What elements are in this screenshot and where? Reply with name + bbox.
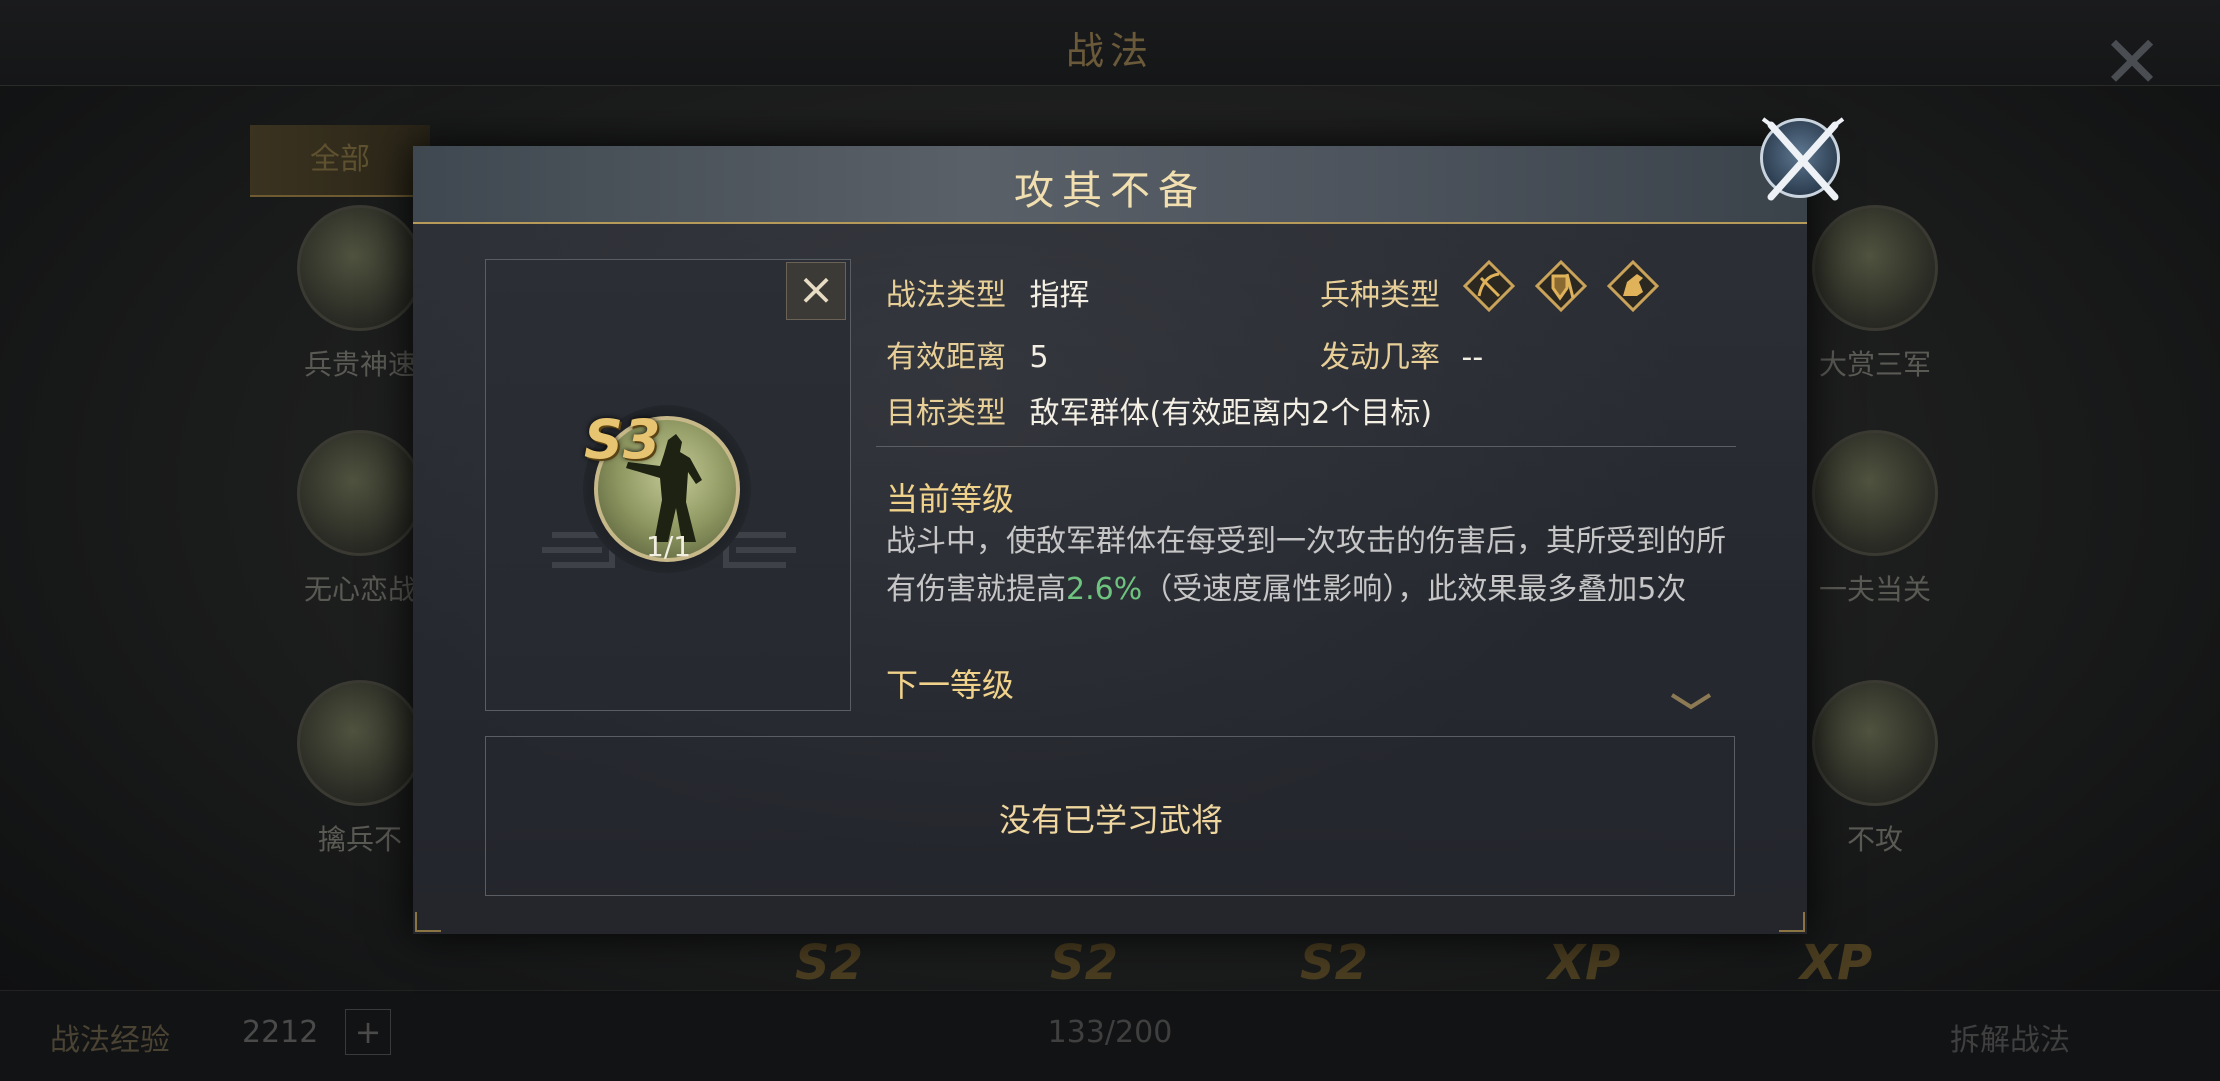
skill-name: 兵贵神速 <box>303 348 416 381</box>
description-text: （受速度属性影响），此效果最多叠加5次 <box>1142 572 1687 607</box>
shield-infantry-icon <box>1535 260 1587 312</box>
trigger-rate-label: 发动几率 <box>1320 340 1440 375</box>
range-label: 有效距离 <box>886 340 1006 375</box>
skill-thumbnail <box>1812 680 1938 806</box>
chevron-down-icon[interactable] <box>1668 691 1714 713</box>
dismantle-button[interactable]: 拆解战法 <box>1950 1015 2070 1059</box>
skill-thumbnail <box>1812 205 1938 331</box>
skill-name: 不攻 <box>1846 823 1903 856</box>
bottom-bar: 战法经验 2212 + 133/200 拆解战法 <box>0 990 2220 1081</box>
top-bar: 战法 <box>0 0 2220 86</box>
range-row: 有效距离 5 <box>886 332 1049 376</box>
skill-name: 无心恋战 <box>303 573 416 606</box>
crossed-swords-close-icon <box>1761 117 1845 201</box>
skill-grade-badge: XP <box>1548 935 1621 991</box>
dialog-title: 攻其不备 <box>1014 168 1206 214</box>
troop-type-label: 兵种类型 <box>1320 278 1440 313</box>
skill-name: 一夫当关 <box>1818 573 1931 606</box>
skill-type-label: 战法类型 <box>886 278 1006 313</box>
page-close-icon[interactable]: ✕ <box>2092 22 2172 102</box>
bow-cavalry-icon <box>1463 260 1515 312</box>
skill-card[interactable]: 一夫当关 <box>1810 430 1940 608</box>
skill-card[interactable]: 不攻 <box>1810 680 1940 858</box>
skill-card[interactable]: 无心恋战 <box>295 430 425 608</box>
skill-description: 战斗中，使敌军群体在每受到一次攻击的伤害后，其所受到的所有伤害就提高2.6%（受… <box>886 518 1726 614</box>
skill-name: 擒兵不 <box>317 823 402 856</box>
troop-type-row: 兵种类型 <box>1320 270 1440 314</box>
corner-ornament <box>1779 912 1805 932</box>
skill-thumbnail <box>297 205 423 331</box>
skill-type-row: 战法类型 指挥 <box>886 270 1090 314</box>
divider <box>876 446 1736 447</box>
dialog-close-button[interactable] <box>1760 117 1845 201</box>
no-generals-text: 没有已学习武将 <box>998 801 1223 839</box>
skill-card[interactable]: 大赏三军 <box>1810 205 1940 383</box>
corner-ornament <box>415 912 441 932</box>
skill-grade-badge: S2 <box>1300 935 1368 991</box>
next-level-title: 下一等级 <box>886 666 1015 704</box>
target-type-label: 目标类型 <box>886 396 1006 431</box>
range-value: 5 <box>1029 340 1049 375</box>
skill-grade-badge: S2 <box>1050 935 1118 991</box>
skill-grade-badge: S2 <box>795 935 863 991</box>
skill-type-value: 指挥 <box>1029 278 1090 313</box>
horse-cavalry-icon <box>1607 260 1659 312</box>
skill-card[interactable]: 擒兵不 <box>295 680 425 858</box>
trigger-rate-value: -- <box>1461 340 1484 375</box>
skill-icon-panel: × S3 1/1 <box>485 259 851 711</box>
skill-thumbnail <box>1812 430 1938 556</box>
skill-detail-dialog: 攻其不备 × S3 1/1 战法类型 指挥 兵种类型 有效距离 5 发动几率 -… <box>413 146 1807 934</box>
skill-name: 大赏三军 <box>1818 348 1931 381</box>
trigger-rate-row: 发动几率 -- <box>1320 332 1483 376</box>
skill-grade: S3 <box>584 408 661 471</box>
description-highlight: 2.6% <box>1066 572 1143 607</box>
target-type-value: 敌军群体(有效距离内2个目标) <box>1029 396 1433 431</box>
skill-thumbnail <box>297 430 423 556</box>
skill-thumbnail <box>297 680 423 806</box>
target-type-row: 目标类型 敌军群体(有效距离内2个目标) <box>886 388 1432 432</box>
page-title: 战法 <box>1065 29 1154 73</box>
skill-card[interactable]: 兵贵神速 <box>295 205 425 383</box>
tab-all[interactable]: 全部 <box>250 125 430 197</box>
unequip-close-icon[interactable]: × <box>786 262 846 320</box>
skill-level: 1/1 <box>646 530 692 563</box>
current-level-title: 当前等级 <box>886 480 1015 518</box>
page-counter: 133/200 <box>1047 1015 1173 1050</box>
skill-grade-badge: XP <box>1800 935 1873 991</box>
dialog-header: 攻其不备 <box>413 146 1807 224</box>
learned-generals-box: 没有已学习武将 <box>485 736 1735 896</box>
